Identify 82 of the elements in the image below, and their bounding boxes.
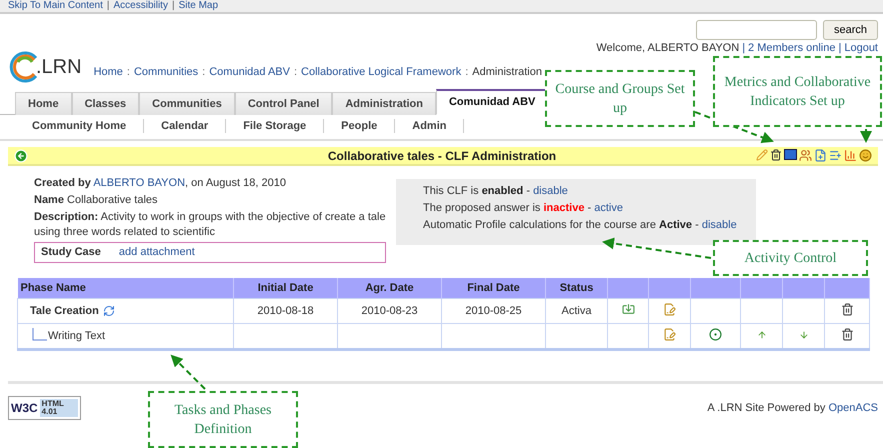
- table-cell: Activa: [562, 305, 592, 317]
- breadcrumb-link[interactable]: Communities: [134, 66, 198, 78]
- down-arrow-icon[interactable]: [798, 330, 808, 340]
- status-text: This CLF is enabled - disable: [423, 184, 569, 199]
- nav-tab[interactable]: Classes: [72, 92, 140, 115]
- study-case-label: Study Case: [41, 245, 101, 260]
- back-icon[interactable]: [14, 148, 28, 162]
- subnav-link[interactable]: Admin: [395, 119, 464, 133]
- trash-icon[interactable]: [840, 303, 854, 316]
- annotation-callout: Metrics and Collaborative Indicators Set up: [713, 56, 882, 127]
- breadcrumb-current: Administration: [472, 66, 542, 78]
- bar-chart-icon[interactable]: [844, 149, 857, 162]
- annotation-callout: Activity Control: [713, 240, 868, 276]
- column-header: Initial Date: [234, 278, 338, 298]
- table-cell: 2010-08-23: [361, 305, 418, 317]
- separator: |: [742, 42, 746, 54]
- add-attachment-link[interactable]: add attachment: [118, 245, 195, 260]
- header-link[interactable]: 2 Members online: [748, 42, 836, 54]
- detail-text: Name Collaborative tales: [34, 193, 159, 208]
- edit-icon[interactable]: [663, 328, 676, 341]
- callout-arrow: [860, 129, 872, 143]
- annotation-callout: Tasks and Phases Definition: [148, 391, 298, 448]
- nav-tab[interactable]: Control Panel: [234, 92, 332, 115]
- separator: :: [294, 66, 298, 78]
- separator: :: [126, 66, 130, 78]
- breadcrumb-link[interactable]: Collaborative Logical Framework: [301, 66, 462, 78]
- footer-text: A .LRN Site Powered by OpenACS: [707, 402, 878, 414]
- smiley-icon[interactable]: [859, 149, 872, 162]
- nav-tab[interactable]: Home: [15, 92, 72, 115]
- column-header: Status: [546, 278, 608, 298]
- separator: |: [172, 0, 175, 12]
- form-add-icon[interactable]: [814, 149, 827, 162]
- up-arrow-icon[interactable]: [756, 330, 766, 340]
- welcome-text: Welcome, ALBERTO BAYON: [596, 42, 740, 54]
- skip-link[interactable]: Accessibility: [113, 0, 168, 12]
- detail-text: Created by ALBERTO BAYON, on August 18, 2010: [34, 176, 287, 191]
- subnav-link[interactable]: Calendar: [144, 119, 226, 133]
- skip-link[interactable]: Skip To Main Content: [8, 0, 103, 12]
- import-icon[interactable]: [622, 303, 634, 316]
- subnav-link[interactable]: File Storage: [226, 119, 324, 133]
- tree-line-icon: [32, 328, 48, 342]
- author-link[interactable]: ALBERTO BAYON: [93, 177, 186, 189]
- column-header: Phase Name: [18, 278, 234, 298]
- separator: |: [106, 0, 110, 12]
- logo-text: .LRN: [36, 56, 82, 78]
- toggle-link[interactable]: disable: [702, 219, 737, 231]
- search-button[interactable]: search: [822, 20, 878, 40]
- openacs-link[interactable]: OpenACS: [828, 402, 878, 414]
- separator: :: [465, 66, 468, 78]
- subnav-link[interactable]: People: [324, 119, 396, 133]
- status-text: Automatic Profile calculations for the course are Active - disable: [423, 218, 738, 233]
- status-text: The proposed answer is inactive - active: [423, 201, 624, 216]
- list-add-icon[interactable]: [829, 149, 842, 162]
- table-cell: 2010-08-18: [257, 305, 314, 317]
- phase-name: Tale Creation: [30, 305, 99, 317]
- annotation-callout: Course and Groups Set up: [545, 70, 695, 127]
- page-title: Collaborative tales - CLF Administration: [326, 148, 558, 162]
- separator: :: [202, 66, 206, 78]
- skip-link[interactable]: Site Map: [178, 0, 218, 12]
- users-icon[interactable]: [799, 149, 812, 162]
- toggle-link[interactable]: active: [594, 202, 623, 214]
- nav-tab[interactable]: Administration: [332, 92, 436, 115]
- trash-icon[interactable]: [840, 328, 854, 341]
- separator: |: [838, 42, 842, 54]
- search-field[interactable]: [696, 20, 817, 40]
- detail-text: Description: Activity to work in groups with the objective of create a tale using three words related to scientific: [34, 210, 387, 240]
- trash-icon[interactable]: [770, 149, 782, 161]
- header-link[interactable]: Logout: [844, 42, 878, 54]
- circle-icon[interactable]: [709, 328, 722, 341]
- breadcrumb-link[interactable]: Home: [94, 66, 123, 78]
- column-header: Final Date: [442, 278, 546, 298]
- table-cell: 2010-08-25: [465, 305, 522, 317]
- phase-name: Writing Text: [48, 330, 106, 342]
- refresh-icon[interactable]: [102, 305, 115, 317]
- toggle-link[interactable]: disable: [533, 185, 568, 197]
- nav-tab[interactable]: Communities: [139, 92, 235, 115]
- column-header: Agr. Date: [338, 278, 442, 298]
- subnav-link[interactable]: Community Home: [15, 119, 144, 133]
- square-icon[interactable]: [784, 149, 797, 160]
- breadcrumb-link[interactable]: Comunidad ABV: [209, 66, 290, 78]
- edit-icon[interactable]: [663, 303, 676, 316]
- callout-arrow: [170, 354, 206, 390]
